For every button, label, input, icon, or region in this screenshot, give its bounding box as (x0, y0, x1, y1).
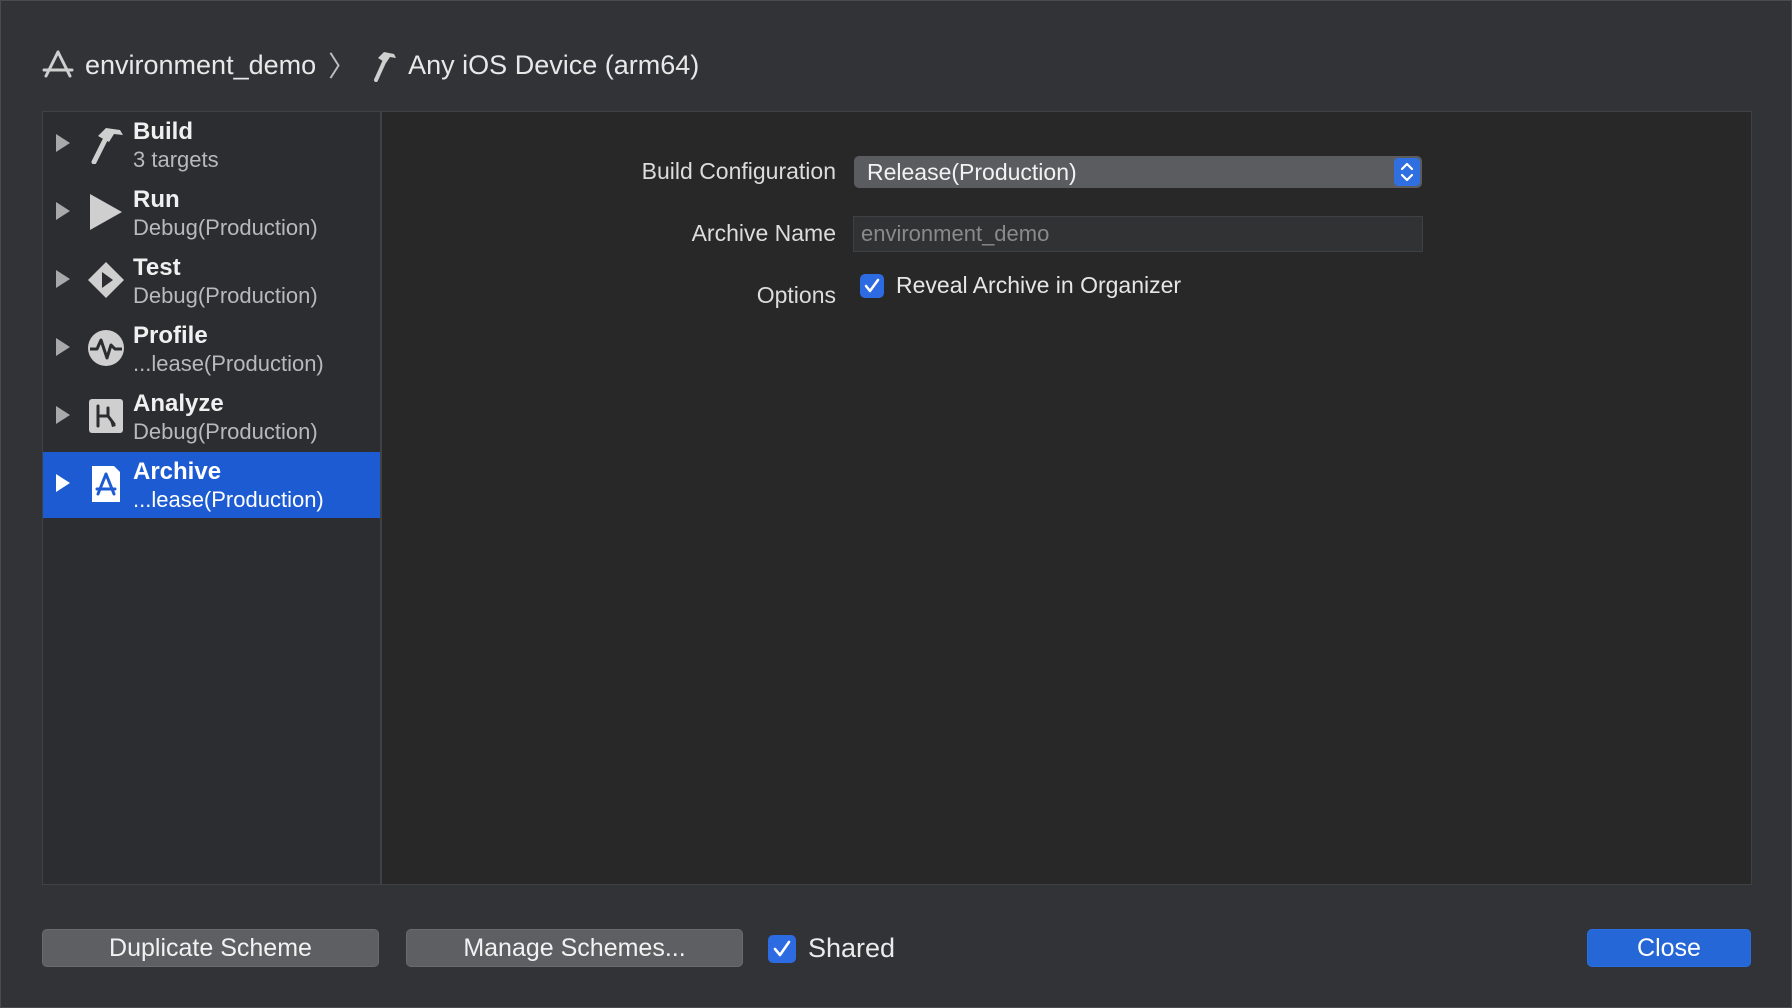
sidebar-item-subtitle: Debug(Production) (133, 419, 318, 444)
build-configuration-value: Release(Production) (867, 159, 1077, 185)
shared-option[interactable]: Shared (768, 933, 895, 964)
shared-label: Shared (808, 933, 896, 963)
breadcrumb: environment_demo 〉 Any iOS Device (arm64… (41, 45, 699, 85)
sidebar-item-analyze[interactable]: Analyze Debug(Production) (43, 384, 380, 450)
disclosure-triangle-icon[interactable] (56, 338, 70, 356)
sidebar-item-test[interactable]: Test Debug(Production) (43, 248, 380, 314)
sidebar-item-archive[interactable]: Archive ...lease(Production) (43, 452, 380, 518)
scheme-action-sidebar: Build 3 targets Run Debug(Production) Te… (42, 111, 381, 885)
reveal-archive-label: Reveal Archive in Organizer (896, 272, 1182, 298)
reveal-archive-checkbox[interactable] (860, 273, 884, 298)
app-store-icon (41, 48, 75, 82)
disclosure-triangle-icon[interactable] (56, 134, 70, 152)
build-configuration-label: Build Configuration (641, 158, 836, 184)
disclosure-triangle-icon[interactable] (56, 406, 70, 424)
close-button[interactable]: Close (1587, 929, 1751, 967)
sidebar-item-subtitle: 3 targets (133, 147, 219, 172)
breadcrumb-separator: 〉 (328, 51, 357, 82)
options-label: Options (756, 282, 836, 308)
hammer-icon (368, 48, 398, 82)
sidebar-item-run[interactable]: Run Debug(Production) (43, 180, 380, 246)
hammer-icon (91, 128, 123, 164)
disclosure-triangle-icon[interactable] (56, 474, 70, 492)
scheme-editor-window: environment_demo 〉 Any iOS Device (arm64… (0, 0, 1792, 1008)
popup-chevron-icon[interactable] (1394, 158, 1420, 186)
play-icon (90, 194, 122, 230)
archive-icon (92, 466, 120, 502)
sidebar-item-title: Archive (133, 458, 222, 485)
breadcrumb-project[interactable]: environment_demo (85, 50, 316, 81)
sidebar-item-subtitle: ...lease(Production) (133, 487, 324, 512)
manage-schemes-button[interactable]: Manage Schemes... (406, 929, 743, 967)
archive-settings-panel: Build Configuration Release(Production) … (381, 111, 1752, 885)
disclosure-triangle-icon[interactable] (56, 270, 70, 288)
sidebar-item-title: Build (133, 118, 193, 145)
build-configuration-select[interactable]: Release(Production) (854, 156, 1422, 188)
archive-name-placeholder: environment_demo (861, 221, 1050, 246)
sidebar-item-subtitle: Debug(Production) (133, 283, 318, 308)
duplicate-scheme-button[interactable]: Duplicate Scheme (42, 929, 379, 967)
checkmark-icon (773, 940, 791, 956)
sidebar-item-title: Run (133, 186, 180, 213)
archive-name-field[interactable]: environment_demo (853, 216, 1423, 252)
sidebar-item-title: Profile (133, 322, 208, 349)
sidebar-item-title: Analyze (133, 390, 224, 417)
breadcrumb-destination[interactable]: Any iOS Device (arm64) (408, 50, 699, 81)
profile-waveform-icon (88, 330, 124, 366)
sidebar-item-subtitle: Debug(Production) (133, 215, 318, 240)
shared-checkbox[interactable] (768, 934, 796, 963)
analyze-icon (89, 399, 123, 433)
sidebar-item-build[interactable]: Build 3 targets (43, 112, 380, 178)
sidebar-item-title: Test (133, 254, 181, 281)
archive-name-label: Archive Name (691, 220, 836, 246)
sidebar-item-subtitle: ...lease(Production) (133, 351, 324, 376)
reveal-archive-option[interactable]: Reveal Archive in Organizer (860, 272, 1181, 299)
checkmark-icon (864, 278, 880, 292)
sidebar-item-profile[interactable]: Profile ...lease(Production) (43, 316, 380, 382)
test-diamond-icon (88, 262, 124, 298)
disclosure-triangle-icon[interactable] (56, 202, 70, 220)
